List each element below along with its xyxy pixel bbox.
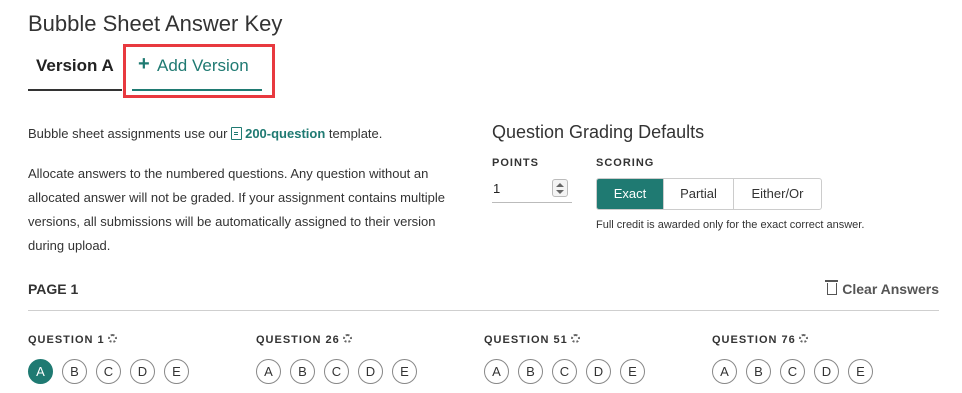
answer-bubble-c[interactable]: C <box>552 359 577 384</box>
answer-bubble-a[interactable]: A <box>28 359 53 384</box>
answer-bubbles: ABCDE <box>712 359 882 385</box>
question-block: QUESTION 51 ABCDE <box>484 334 645 384</box>
answer-bubble-b[interactable]: B <box>518 359 543 384</box>
allocation-info: Allocate answers to the numbered questio… <box>28 166 445 253</box>
question-block: QUESTION 1 ABCDE <box>28 334 189 384</box>
question-block: QUESTION 26 ABCDE <box>256 334 417 384</box>
tab-version-a[interactable]: Version A <box>28 46 122 91</box>
scoring-exact-button[interactable]: Exact <box>597 179 663 209</box>
page-heading: PAGE 1 <box>28 281 79 297</box>
template-info-prefix: Bubble sheet assignments use our <box>28 126 228 141</box>
points-input[interactable]: 1 <box>492 177 572 203</box>
question-label: QUESTION 76 <box>712 334 796 346</box>
scoring-partial-button[interactable]: Partial <box>663 179 733 209</box>
page-title: Bubble Sheet Answer Key <box>28 11 283 36</box>
question-block: QUESTION 76 ABCDE <box>712 334 873 384</box>
clear-answers-label: Clear Answers <box>842 281 939 297</box>
template-info-suffix: template. <box>328 126 383 141</box>
gear-icon[interactable] <box>798 334 808 343</box>
trash-icon <box>825 280 839 295</box>
tab-version-a-label: Version A <box>36 56 114 75</box>
answer-bubble-e[interactable]: E <box>848 359 873 384</box>
answer-bubble-c[interactable]: C <box>780 359 805 384</box>
answer-bubble-e[interactable]: E <box>164 359 189 384</box>
scoring-help-text: Full credit is awarded only for the exac… <box>596 219 865 231</box>
question-label: QUESTION 26 <box>256 334 340 346</box>
answer-bubbles: ABCDE <box>256 359 426 385</box>
answer-bubble-b[interactable]: B <box>62 359 87 384</box>
grading-defaults-title: Question Grading Defaults <box>492 122 705 142</box>
answer-bubble-c[interactable]: C <box>96 359 121 384</box>
question-label: QUESTION 1 <box>28 334 105 346</box>
add-version-label: Add Version <box>157 56 249 75</box>
answer-bubble-d[interactable]: D <box>586 359 611 384</box>
gear-icon[interactable] <box>342 334 352 343</box>
gear-icon[interactable] <box>107 334 117 343</box>
points-label: POINTS <box>492 157 539 169</box>
stepper-up-icon[interactable] <box>556 183 564 187</box>
answer-bubble-b[interactable]: B <box>746 359 771 384</box>
template-info: Bubble sheet assignments use our 200-que… <box>28 122 468 146</box>
answer-bubbles: ABCDE <box>28 359 198 385</box>
answer-bubble-d[interactable]: D <box>130 359 155 384</box>
answer-bubble-d[interactable]: D <box>814 359 839 384</box>
add-version-button[interactable]: + Add Version <box>132 46 262 91</box>
template-link[interactable]: 200-question <box>245 126 325 141</box>
pdf-icon <box>231 127 243 140</box>
stepper-down-icon[interactable] <box>556 190 564 194</box>
page-divider <box>28 310 939 311</box>
answer-bubble-d[interactable]: D <box>358 359 383 384</box>
answer-bubble-b[interactable]: B <box>290 359 315 384</box>
answer-bubble-a[interactable]: A <box>712 359 737 384</box>
scoring-toggle: Exact Partial Either/Or <box>596 178 822 210</box>
answer-bubble-e[interactable]: E <box>392 359 417 384</box>
answer-bubble-e[interactable]: E <box>620 359 645 384</box>
scoring-either-or-button[interactable]: Either/Or <box>733 179 821 209</box>
scoring-label: SCORING <box>596 157 655 169</box>
points-value: 1 <box>493 181 501 196</box>
version-tabs: Version A + Add Version <box>28 46 288 92</box>
gear-icon[interactable] <box>570 334 580 343</box>
plus-icon: + <box>138 53 150 75</box>
clear-answers-button[interactable]: Clear Answers <box>825 280 939 297</box>
answer-bubbles: ABCDE <box>484 359 654 385</box>
answer-bubble-a[interactable]: A <box>484 359 509 384</box>
answer-bubble-c[interactable]: C <box>324 359 349 384</box>
answer-bubble-a[interactable]: A <box>256 359 281 384</box>
question-label: QUESTION 51 <box>484 334 568 346</box>
points-stepper[interactable] <box>552 179 568 197</box>
